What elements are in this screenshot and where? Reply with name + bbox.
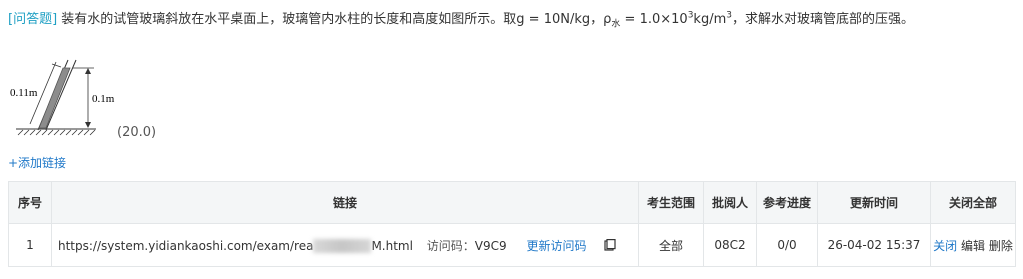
col-progress-header: 参考进度 [756,181,818,224]
col-link-header: 链接 [51,181,639,224]
access-code-value: V9C9 [474,238,507,253]
link-url-redacted [313,239,372,253]
tube-figure: 0.11m 0.1m [8,50,118,140]
row-progress: 0/0 [756,223,818,267]
refresh-access-code-button[interactable]: 更新访问码 [526,239,586,253]
edit-link-button[interactable]: 编辑 [961,239,985,253]
close-all-button[interactable]: 关闭全部 [930,181,1016,224]
height-label: 0.1m [92,93,115,105]
access-code-label: 访问码： [426,238,475,253]
question-text-part1: 装有水的试管玻璃斜放在水平桌面上，玻璃管内水柱的长度和高度如图所示。取g = 1… [57,12,612,27]
col-updated-header: 更新时间 [817,181,931,224]
links-table: 序号 链接 考生范围 批阅人 参考进度 更新时间 关闭全部 1 https://… [8,181,1016,267]
delete-link-button[interactable]: 删除 [989,239,1013,253]
close-link-button[interactable]: 关闭 [933,239,957,253]
question-score: (20.0) [117,125,157,140]
question-text-part3: kg/m [693,12,727,27]
question-text: [问答题] 装有水的试管玻璃斜放在水平桌面上，玻璃管内水柱的长度和高度如图所示。… [8,10,1013,30]
table-header-row: 序号 链接 考生范围 批阅人 参考进度 更新时间 关闭全部 [8,181,1016,224]
table-row: 1 https://system.yidiankaoshi.com/exam/r… [8,223,1016,267]
row-reviewer: 08C2 [703,223,757,267]
question-text-part4: ，求解水对玻璃管底部的压强。 [731,12,914,27]
row-index: 1 [8,223,52,267]
col-scope-header: 考生范围 [638,181,704,224]
copy-icon[interactable] [604,238,616,254]
link-url-start[interactable]: https://system.yidiankaoshi.com/exam/rea [58,239,313,253]
row-updated: 26-04-02 15:37 [817,223,931,267]
question-text-part2: = 1.0×10 [620,12,688,27]
row-scope: 全部 [638,223,704,267]
row-actions: 关闭 编辑 删除 [930,223,1016,267]
row-link-cell: https://system.yidiankaoshi.com/exam/rea… [51,223,639,267]
question-type-tag: [问答题] [8,12,58,27]
link-url-end[interactable]: M.html [371,239,413,253]
add-link-button[interactable]: +添加链接 [8,154,66,171]
col-reviewer-header: 批阅人 [703,181,757,224]
length-label: 0.11m [10,87,38,99]
col-index-header: 序号 [8,181,52,224]
